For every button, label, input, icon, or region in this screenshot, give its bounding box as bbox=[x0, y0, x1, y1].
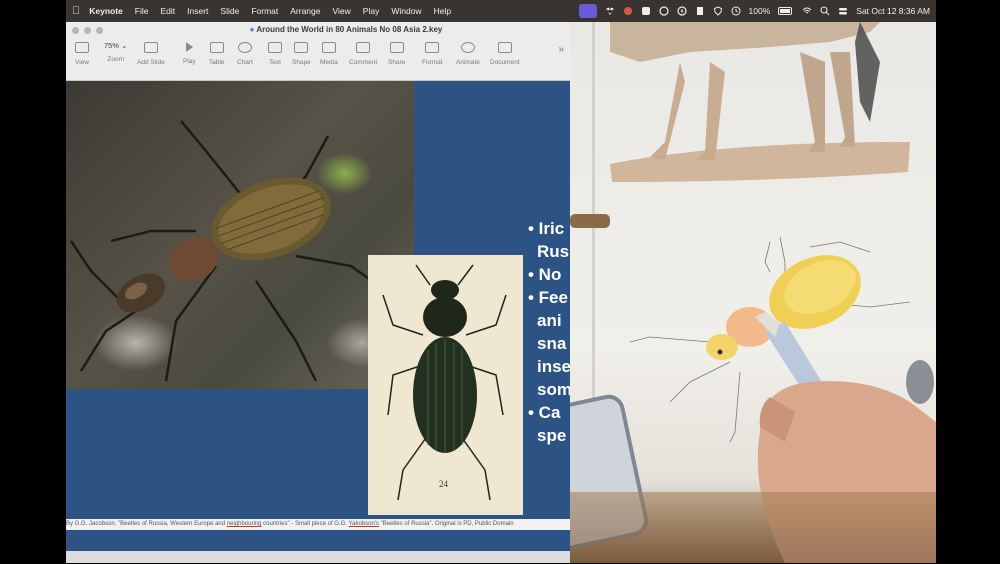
status-area: 100% Sat Oct 12 8:36 AM bbox=[578, 4, 930, 18]
share-icon bbox=[389, 42, 404, 53]
bullet-line: spe bbox=[537, 426, 567, 445]
time-machine-icon[interactable] bbox=[731, 6, 741, 16]
bullet-line: • Ca bbox=[528, 403, 561, 422]
media-icon bbox=[321, 42, 336, 53]
chart-icon bbox=[237, 42, 252, 53]
menu-edit[interactable]: Edit bbox=[161, 6, 176, 16]
toolbar-buttons: View 75% ⌄ Zoom Add Slide Play Table Char… bbox=[66, 39, 570, 77]
menu-bar:  Keynote File Edit Insert Slide Format … bbox=[66, 0, 936, 22]
play-button[interactable]: Play bbox=[183, 39, 196, 65]
comment-button[interactable]: Comment bbox=[349, 39, 377, 66]
toolbar-overflow-icon[interactable]: » bbox=[558, 44, 564, 55]
dropbox-icon[interactable] bbox=[605, 6, 615, 16]
bullet-line: inse bbox=[537, 357, 570, 376]
comment-icon bbox=[356, 42, 371, 53]
chevron-down-icon: ⌄ bbox=[121, 41, 128, 50]
add-slide-button[interactable]: Add Slide bbox=[137, 39, 165, 66]
beetle-photo-drawing bbox=[69, 120, 387, 382]
window-bottom-bar bbox=[66, 551, 570, 563]
menu-help[interactable]: Help bbox=[434, 6, 451, 16]
keynote-toolbar: ● Around the World in 80 Animals No 08 A… bbox=[66, 22, 570, 81]
apple-icon[interactable]:  bbox=[72, 5, 80, 17]
engraving-number: 24 bbox=[439, 479, 448, 489]
menu-arrange[interactable]: Arrange bbox=[290, 6, 320, 16]
view-icon bbox=[75, 42, 89, 53]
keynote-window: ● Around the World in 80 Animals No 08 A… bbox=[66, 22, 570, 563]
table-button[interactable]: Table bbox=[209, 39, 225, 66]
sketchbook-drawing bbox=[570, 22, 936, 563]
document-icon[interactable] bbox=[695, 6, 705, 16]
format-button[interactable]: Format bbox=[422, 39, 443, 66]
slide-canvas[interactable]: 24 • Iric Rus • No • Fee ani sna inse so… bbox=[66, 81, 570, 551]
creative-cloud-icon[interactable] bbox=[623, 6, 633, 16]
menu-app-keynote[interactable]: Keynote bbox=[89, 6, 123, 16]
zoom-value: 75% ⌄ bbox=[104, 41, 128, 50]
bullet-line: sna bbox=[537, 334, 567, 353]
menu-format[interactable]: Format bbox=[251, 6, 278, 16]
bullet-text-box[interactable]: • Iric Rus • No • Fee ani sna inse som •… bbox=[528, 217, 570, 447]
text-icon bbox=[268, 42, 282, 53]
wooden-table bbox=[570, 492, 936, 563]
menu-play[interactable]: Play bbox=[363, 6, 380, 16]
bolt-icon[interactable] bbox=[676, 6, 687, 16]
add-slide-icon bbox=[143, 42, 158, 53]
wifi-icon[interactable] bbox=[802, 6, 812, 16]
document-icon bbox=[497, 42, 512, 53]
bullet-line: som bbox=[537, 380, 570, 399]
screen-share-icon[interactable] bbox=[578, 4, 597, 18]
document-title: ● Around the World in 80 Animals No 08 A… bbox=[249, 25, 443, 34]
document-button[interactable]: Document bbox=[490, 39, 520, 66]
chart-button[interactable]: Chart bbox=[237, 39, 253, 66]
text-button[interactable]: Text bbox=[268, 39, 282, 66]
control-center-icon[interactable] bbox=[838, 6, 848, 16]
camera-feed bbox=[570, 22, 936, 563]
bullet-line: • Iric bbox=[528, 219, 565, 238]
close-window-button[interactable] bbox=[72, 27, 79, 34]
engraving-drawing bbox=[382, 264, 507, 501]
share-button[interactable]: Share bbox=[388, 39, 405, 66]
animate-icon bbox=[460, 42, 475, 53]
search-icon[interactable] bbox=[820, 6, 830, 16]
bullet-line: • No bbox=[528, 265, 562, 284]
beetle-engraving[interactable]: 24 bbox=[368, 255, 523, 515]
menu-slide[interactable]: Slide bbox=[220, 6, 239, 16]
beetle-photo[interactable] bbox=[66, 81, 414, 389]
bullet-line: • Fee bbox=[528, 288, 568, 307]
bullet-line: ani bbox=[537, 311, 562, 330]
animate-button[interactable]: Animate bbox=[456, 39, 480, 66]
shape-icon bbox=[294, 42, 309, 53]
table-icon bbox=[209, 42, 224, 53]
shield-icon[interactable] bbox=[713, 6, 723, 16]
bullet-line: Rus bbox=[537, 242, 570, 261]
minimize-window-button[interactable] bbox=[84, 27, 91, 34]
image-credit[interactable]: By G.G. Jacobson, "Beetles of Russia, We… bbox=[66, 519, 570, 530]
play-icon bbox=[185, 42, 193, 52]
shape-button[interactable]: Shape bbox=[292, 39, 311, 66]
menu-insert[interactable]: Insert bbox=[187, 6, 208, 16]
battery-icon[interactable] bbox=[778, 6, 794, 16]
zoom-window-button[interactable] bbox=[96, 27, 103, 34]
view-button[interactable]: View bbox=[75, 39, 89, 66]
zoom-button[interactable]: 75% ⌄ Zoom bbox=[104, 39, 127, 63]
menu-view[interactable]: View bbox=[333, 6, 351, 16]
keynote-file-icon: ● bbox=[249, 25, 255, 34]
format-brush-icon bbox=[425, 42, 440, 53]
window-controls bbox=[72, 27, 103, 34]
menu-clock[interactable]: Sat Oct 12 8:36 AM bbox=[856, 6, 930, 16]
window-icon[interactable] bbox=[641, 6, 651, 16]
media-button[interactable]: Media bbox=[320, 39, 338, 66]
menu-file[interactable]: File bbox=[135, 6, 149, 16]
info-icon[interactable] bbox=[658, 6, 669, 16]
menu-window[interactable]: Window bbox=[391, 6, 421, 16]
battery-percent: 100% bbox=[748, 6, 771, 16]
